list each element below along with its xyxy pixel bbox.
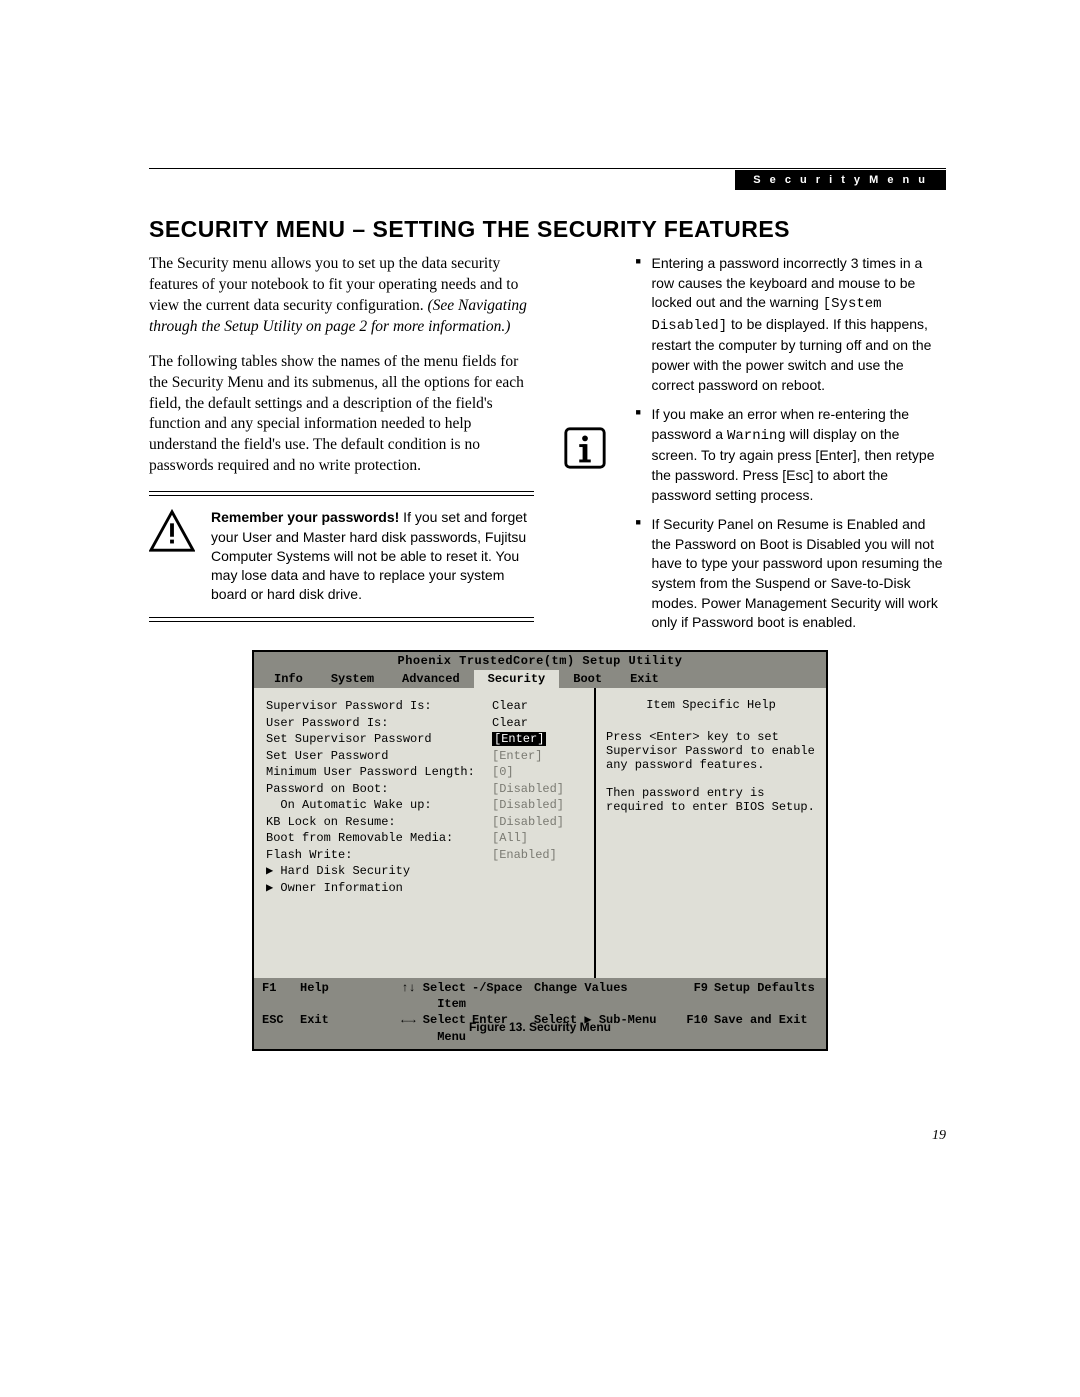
left-column: The Security menu allows you to set up t… [149,254,534,643]
info-bullets: Entering a password incorrectly 3 times … [624,254,947,643]
bios-tab-advanced: Advanced [388,670,474,688]
bios-screenshot: Phoenix TrustedCore(tm) Setup Utility In… [252,650,828,1051]
bios-tab-security: Security [474,670,560,688]
page-title: SECURITY MENU – SETTING THE SECURITY FEA… [149,216,790,243]
bios-footer: F1Help ↑↓ Select Item -/SpaceChange Valu… [254,978,826,1049]
info-icon [562,425,608,471]
bios-tab-boot: Boot [559,670,616,688]
bios-title: Phoenix TrustedCore(tm) Setup Utility [254,652,826,670]
intro-para-2: The following tables show the names of t… [149,352,534,478]
bios-tab-info: Info [260,670,317,688]
bios-tab-exit: Exit [616,670,673,688]
right-column: Entering a password incorrectly 3 times … [562,254,947,643]
figure-caption: Figure 13. Security Menu [0,1020,1080,1034]
warning-callout: Remember your passwords! If you set and … [149,508,534,605]
page-number: 19 [932,1128,946,1144]
bios-menu-list: Supervisor Password Is:ClearUser Passwor… [254,688,594,978]
bios-tab-bar: Info System Advanced Security Boot Exit [254,670,826,688]
header-breadcrumb: S e c u r i t y M e n u [735,170,946,190]
bios-tab-system: System [317,670,388,688]
warning-icon [149,508,195,554]
bios-help-panel: Item Specific Help Press <Enter> key to … [594,688,826,978]
intro-para-1: The Security menu allows you to set up t… [149,254,534,338]
